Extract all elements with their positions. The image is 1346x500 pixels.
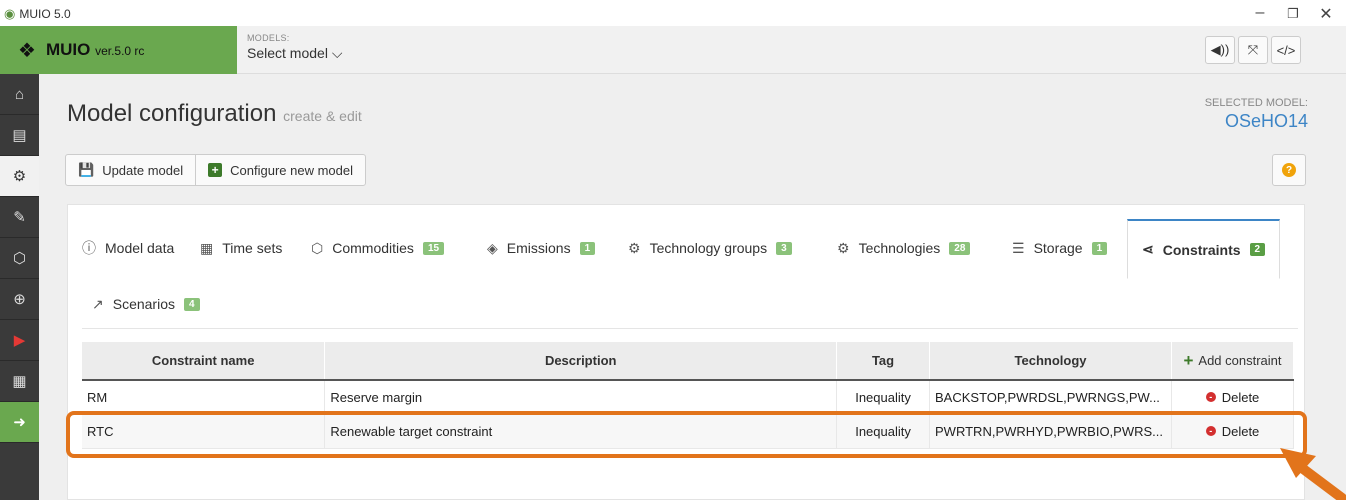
plus-square-icon: + — [208, 163, 223, 177]
table-header-row: Constraint name Description Tag Technolo… — [82, 342, 1294, 381]
cell-technology[interactable]: PWRTRN,PWRHYD,PWRBIO,PWRS... — [929, 414, 1172, 449]
tab-technologies[interactable]: ⚙ Technologies 28 — [837, 219, 971, 277]
fullscreen-button[interactable]: ⤧ — [1238, 36, 1268, 64]
help-button[interactable]: ? — [1272, 154, 1306, 186]
cell-technology[interactable]: BACKSTOP,PWRDSL,PWRNGS,PW... — [929, 380, 1172, 415]
database-icon: ☰ — [1012, 239, 1025, 256]
selected-model-label: SELECTED MODEL: — [1204, 97, 1308, 109]
tab-constraints[interactable]: ⋖ Constraints 2 — [1127, 219, 1281, 279]
info-icon: ⓘ — [82, 240, 96, 256]
sidebar: ⌂ ▤ ⚙ ✎ ⬡ ⊕ ▶ ▦ ➜ — [0, 74, 39, 500]
technology-groups-badge: 3 — [776, 241, 792, 255]
cell-tag[interactable]: Inequality — [836, 380, 931, 415]
model-selector[interactable]: MODELS: Select model ⌵ — [247, 33, 342, 62]
annotation-arrow-icon — [1280, 448, 1346, 500]
col-constraint-name[interactable]: Constraint name — [82, 342, 326, 381]
models-label: MODELS: — [247, 33, 290, 43]
next-icon[interactable]: ➜ — [0, 402, 39, 443]
cell-constraint-name[interactable]: RTC — [82, 414, 326, 449]
tab-time-sets[interactable]: ▦ Time sets — [200, 219, 282, 277]
tab-emissions[interactable]: ◈ Emissions 1 — [487, 219, 596, 277]
window-titlebar: ◉ MUIO 5.0 – ❐ ✕ — [0, 0, 1346, 26]
tab-storage[interactable]: ☰ Storage 1 — [1012, 219, 1108, 277]
col-technology[interactable]: Technology — [929, 342, 1172, 381]
chart-line-icon: ↗ — [92, 295, 104, 312]
tab-technology-groups[interactable]: ⚙ Technology groups 3 — [628, 219, 792, 277]
col-description[interactable]: Description — [324, 342, 838, 381]
constraints-badge: 2 — [1249, 243, 1266, 256]
brand-logo-icon: ❖ — [18, 39, 36, 62]
edit-icon[interactable]: ✎ — [0, 197, 39, 238]
table-row[interactable]: RM Reserve margin Inequality BACKSTOP,PW… — [82, 380, 1294, 415]
cogs-icon: ⚙ — [628, 239, 641, 256]
maximize-button[interactable]: ❐ — [1278, 6, 1308, 22]
page-title: Model configuration create & edit — [67, 100, 362, 127]
table-row[interactable]: RTC Renewable target constraint Inequali… — [82, 414, 1294, 449]
cell-description[interactable]: Renewable target constraint — [324, 414, 838, 449]
cell-description[interactable]: Reserve margin — [324, 380, 838, 415]
network-icon[interactable]: ⬡ — [0, 238, 39, 279]
cell-constraint-name[interactable]: RM — [82, 380, 326, 415]
technologies-badge: 28 — [949, 241, 971, 255]
select-model-dropdown[interactable]: Select model ⌵ — [247, 45, 342, 62]
table-icon[interactable]: ▦ — [0, 361, 39, 402]
tab-model-data[interactable]: ⓘ Model data — [82, 219, 174, 277]
plus-icon: + — [1183, 350, 1194, 370]
update-model-button[interactable]: 💾 Update model — [66, 155, 197, 185]
brand-name: MUIO ver.5.0 rc — [45, 40, 145, 59]
storage-badge: 1 — [1091, 241, 1108, 255]
tab-scenarios[interactable]: ↗ Scenarios 4 — [92, 275, 200, 333]
brand[interactable]: ❖ MUIO ver.5.0 rc — [0, 26, 237, 74]
commodities-badge: 15 — [422, 241, 445, 255]
emissions-badge: 1 — [579, 241, 596, 255]
tab-bar: ⓘ Model data ▦ Time sets ⬡ Commodities 15 ◈ E… — [82, 219, 1298, 329]
calendar-icon: ▦ — [200, 239, 214, 256]
gear-icon: ⚙ — [837, 239, 850, 256]
drop-icon: ◈ — [487, 239, 498, 256]
zoom-icon[interactable]: ⊕ — [0, 279, 39, 320]
share-icon: ⋖ — [1142, 241, 1154, 257]
file-icon[interactable]: ▤ — [0, 115, 39, 156]
app-logo-icon: ◉ — [4, 6, 16, 21]
close-button[interactable]: ✕ — [1311, 4, 1341, 24]
col-tag[interactable]: Tag — [836, 342, 931, 381]
add-constraint-button[interactable]: + Add constraint — [1171, 342, 1294, 381]
sound-button[interactable]: ◀)) — [1205, 36, 1235, 64]
save-icon: 💾 — [78, 162, 95, 177]
cogs-icon[interactable]: ⚙ — [0, 156, 39, 197]
app-header: ❖ MUIO ver.5.0 rc MODELS: Select model ⌵… — [0, 26, 1346, 74]
window-title: ◉ MUIO 5.0 — [4, 6, 71, 22]
scenarios-badge: 4 — [184, 297, 200, 311]
run-icon[interactable]: ▶ — [0, 320, 39, 361]
main-content: Model configuration create & edit SELECT… — [39, 74, 1346, 500]
window-title-text: MUIO 5.0 — [19, 7, 71, 21]
delete-button[interactable]: - Delete — [1171, 380, 1294, 415]
minimize-button[interactable]: – — [1245, 4, 1275, 22]
minus-circle-icon: - — [1205, 392, 1216, 403]
configure-new-model-button[interactable]: + Configure new model — [196, 155, 365, 185]
selected-model: SELECTED MODEL: OSeHO14 — [1205, 97, 1308, 132]
home-icon[interactable]: ⌂ — [0, 74, 39, 115]
cube-icon: ⬡ — [311, 239, 324, 256]
help-icon: ? — [1282, 163, 1296, 177]
model-toolbar: 💾 Update model + Configure new model — [65, 154, 366, 186]
constraints-table: Constraint name Description Tag Technolo… — [82, 342, 1294, 449]
tab-commodities[interactable]: ⬡ Commodities 15 — [311, 219, 445, 277]
page-subtitle: create & edit — [283, 108, 362, 124]
minus-circle-icon: - — [1205, 426, 1216, 436]
code-button[interactable]: </> — [1271, 36, 1301, 64]
selected-model-value: OSeHO14 — [1224, 111, 1308, 131]
cell-tag[interactable]: Inequality — [836, 414, 931, 449]
config-panel: ⓘ Model data ▦ Time sets ⬡ Commodities 15 ◈ E… — [67, 204, 1305, 500]
